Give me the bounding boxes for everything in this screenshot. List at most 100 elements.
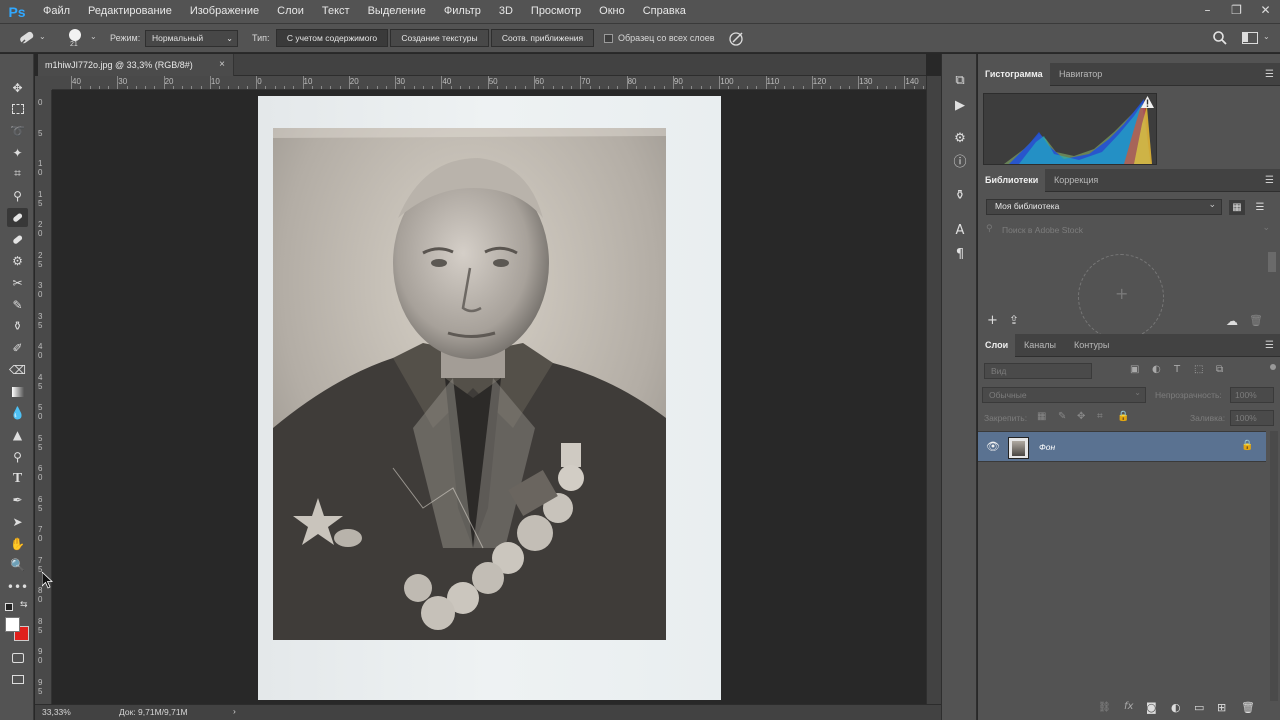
clipping-warning-icon[interactable] xyxy=(1141,96,1154,108)
menu-file[interactable]: Файл xyxy=(34,0,79,23)
eraser-tool-icon[interactable]: ⌫ xyxy=(7,360,28,379)
brush-picker-chevron-icon[interactable]: ⌄ xyxy=(90,32,97,41)
eyedropper-tool-icon[interactable]: ⚲ xyxy=(7,186,28,205)
content-aware-button[interactable]: С учетом содержимого xyxy=(276,29,388,47)
menu-help[interactable]: Справка xyxy=(634,0,695,23)
lock-all-icon[interactable]: 🔒 xyxy=(1117,411,1129,422)
menu-view[interactable]: Просмотр xyxy=(522,0,590,23)
new-group-icon[interactable]: ▭ xyxy=(1194,701,1204,714)
close-icon[interactable]: × xyxy=(219,54,225,76)
lock-transparent-icon[interactable]: ▦ xyxy=(1037,411,1046,422)
new-layer-icon[interactable]: ⊞ xyxy=(1217,701,1226,714)
actions-play-icon[interactable]: ▶ xyxy=(950,97,970,115)
layers-scrollbar[interactable] xyxy=(1270,431,1278,701)
blur-tool-icon[interactable]: 💧 xyxy=(7,403,28,422)
filter-shape-icon[interactable]: ⬚ xyxy=(1194,364,1203,375)
paragraph-icon[interactable]: ¶ xyxy=(950,246,970,264)
hand-tool-icon[interactable]: ✋ xyxy=(7,534,28,553)
foreground-color-swatch[interactable] xyxy=(5,617,20,632)
filter-type-icon[interactable]: T xyxy=(1174,364,1180,375)
tab-navigator[interactable]: Навигатор xyxy=(1052,63,1109,86)
canvas-area[interactable] xyxy=(52,90,926,704)
path-selection-tool-icon[interactable]: ➤ xyxy=(7,512,28,531)
sharpen-tool-icon[interactable]: ▲ xyxy=(7,425,28,444)
brush-presets-icon[interactable]: ⚱ xyxy=(950,187,970,205)
panel-menu-icon[interactable]: ☰ xyxy=(1265,175,1274,186)
info-icon[interactable]: ⓘ xyxy=(950,154,970,172)
clone-stamp-tool-icon[interactable]: ⚱ xyxy=(7,316,28,335)
layer-kind-filter[interactable]: Вид xyxy=(984,363,1092,379)
menu-select[interactable]: Выделение xyxy=(359,0,435,23)
fill-input[interactable]: 100% xyxy=(1230,410,1274,426)
status-menu-icon[interactable]: › xyxy=(233,706,236,716)
chevron-down-icon[interactable]: ⌄ xyxy=(1262,223,1270,233)
screen-mode-icon[interactable] xyxy=(7,670,28,689)
link-layers-icon[interactable]: ⛓ xyxy=(1098,702,1111,713)
history-icon[interactable]: ⧉ xyxy=(950,72,970,90)
add-content-icon[interactable]: + xyxy=(1115,284,1128,303)
menu-3d[interactable]: 3D xyxy=(490,0,522,23)
spot-healing-tool-icon[interactable] xyxy=(7,208,28,227)
menu-window[interactable]: Окно xyxy=(590,0,634,23)
tab-layers[interactable]: Слои xyxy=(978,334,1016,357)
filter-adjustment-icon[interactable]: ◐ xyxy=(1152,364,1161,375)
add-graphic-icon[interactable]: + xyxy=(987,313,998,328)
layer-style-icon[interactable]: fx xyxy=(1124,701,1133,712)
creative-cloud-icon[interactable]: ☁ xyxy=(1226,314,1238,328)
list-view-icon[interactable]: ☰ xyxy=(1252,200,1268,215)
upload-icon[interactable]: ⇪ xyxy=(1009,313,1019,327)
workspace-chevron-icon[interactable]: ⌄ xyxy=(1263,32,1270,41)
proximity-match-button[interactable]: Соотв. приближения xyxy=(491,29,594,47)
history-brush-tool-icon[interactable]: ✐ xyxy=(7,338,28,357)
lock-image-icon[interactable]: ✎ xyxy=(1058,411,1066,422)
stock-search-input[interactable]: ⚲ Поиск в Adobe Stock ⌄ xyxy=(982,223,1274,239)
search-icon[interactable] xyxy=(1212,30,1228,46)
spot-healing-brush-icon[interactable] xyxy=(16,29,38,47)
patch-tool-icon[interactable]: ⚙ xyxy=(7,251,28,270)
pen-tool-icon[interactable]: ✒ xyxy=(7,490,28,509)
tab-libraries[interactable]: Библиотеки xyxy=(978,169,1046,192)
tab-histogram[interactable]: Гистограмма xyxy=(978,63,1050,86)
create-texture-button[interactable]: Создание текстуры xyxy=(390,29,489,47)
vertical-scrollbar[interactable] xyxy=(926,76,941,704)
swap-colors-icon[interactable]: ⇆ xyxy=(20,600,28,610)
type-tool-icon[interactable]: T xyxy=(7,469,28,488)
magic-wand-tool-icon[interactable]: ✦ xyxy=(7,143,28,162)
workspace-switcher-icon[interactable] xyxy=(1242,32,1258,44)
healing-brush-tool-icon[interactable] xyxy=(7,230,28,249)
delete-layer-icon[interactable]: 🗑 xyxy=(1241,701,1255,714)
layer-row[interactable]: 👁 Фон 🔒 xyxy=(978,431,1266,462)
tab-channels[interactable]: Каналы xyxy=(1017,334,1063,357)
lasso-tool-icon[interactable]: ➰ xyxy=(7,121,28,140)
panel-menu-icon[interactable]: ☰ xyxy=(1265,69,1274,80)
move-tool-icon[interactable]: ✥ xyxy=(7,78,28,97)
trash-icon[interactable]: 🗑 xyxy=(1249,314,1263,327)
menu-filter[interactable]: Фильтр xyxy=(435,0,490,23)
lock-artboard-icon[interactable]: ⌗ xyxy=(1097,411,1103,422)
zoom-tool-icon[interactable]: 🔍 xyxy=(7,555,28,574)
close-window-button[interactable]: ✕ xyxy=(1251,0,1280,23)
crop-tool-icon[interactable]: ⌗ xyxy=(7,164,28,183)
menu-type[interactable]: Текст xyxy=(313,0,359,23)
default-colors-icon[interactable] xyxy=(5,603,13,611)
filter-smart-object-icon[interactable]: ⧉ xyxy=(1216,364,1223,375)
opacity-input[interactable]: 100% xyxy=(1230,387,1274,403)
adjustment-layer-icon[interactable]: ◐ xyxy=(1171,701,1181,714)
character-icon[interactable]: A xyxy=(950,222,970,240)
sample-all-layers-checkbox[interactable] xyxy=(604,34,613,43)
tool-preset-chevron-icon[interactable]: ⌄ xyxy=(39,32,46,41)
dodge-tool-icon[interactable]: ⚲ xyxy=(7,447,28,466)
layer-name[interactable]: Фон xyxy=(1039,442,1055,452)
gradient-tool-icon[interactable] xyxy=(7,382,28,401)
library-select[interactable]: Моя библиотека ⌄ xyxy=(986,199,1222,215)
filter-pixel-icon[interactable]: ▣ xyxy=(1130,364,1139,375)
document-tab[interactable]: m1hiwJI772o.jpg @ 33,3% (RGB/8#) × xyxy=(38,54,234,76)
quick-mask-icon[interactable] xyxy=(7,648,28,667)
filter-toggle[interactable] xyxy=(1270,364,1276,370)
panel-menu-icon[interactable]: ☰ xyxy=(1265,340,1274,351)
zoom-level[interactable]: 33,33% xyxy=(42,707,71,717)
marquee-tool-icon[interactable] xyxy=(7,99,28,118)
minimize-button[interactable]: – xyxy=(1193,0,1222,23)
restore-button[interactable]: ❐ xyxy=(1222,0,1251,23)
document-image[interactable] xyxy=(258,96,721,700)
